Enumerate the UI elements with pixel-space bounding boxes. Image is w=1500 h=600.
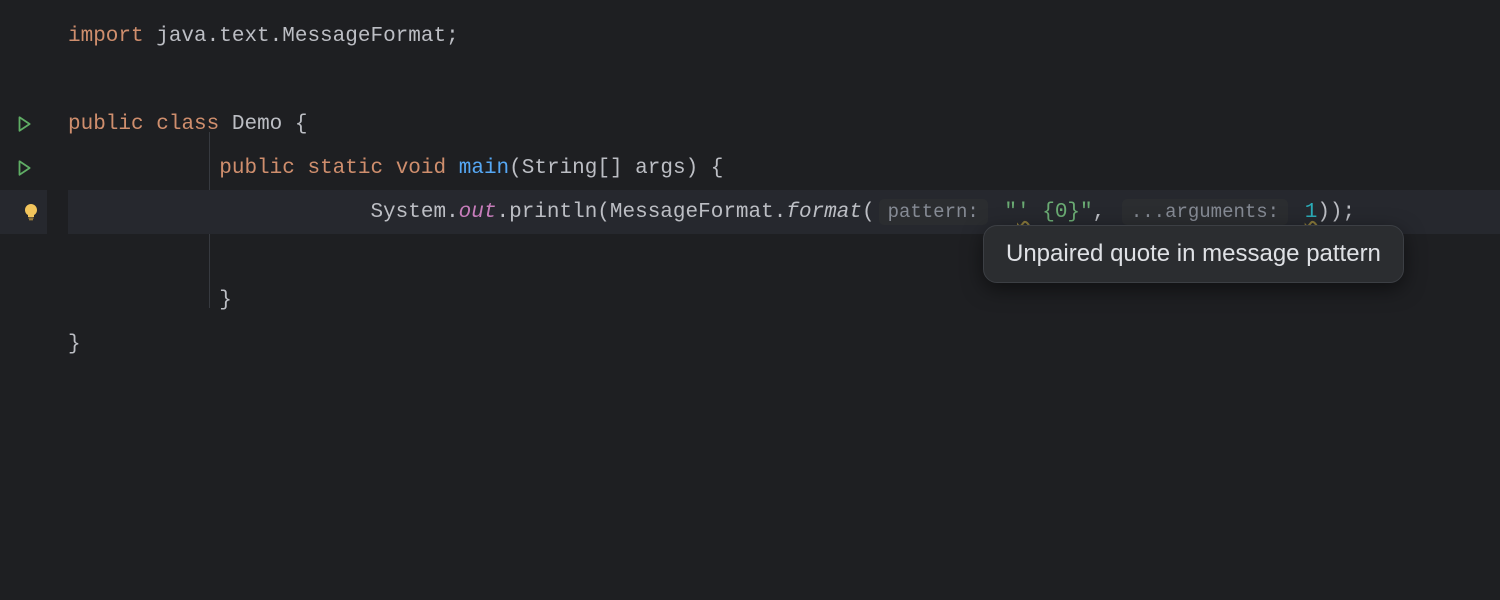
- param-hint-arguments: ...arguments:: [1122, 199, 1288, 225]
- keyword-static: static: [307, 157, 383, 180]
- tooltip-text: Unpaired quote in message pattern: [1006, 240, 1381, 267]
- code-line[interactable]: }: [68, 322, 1500, 366]
- code-line[interactable]: import java.text.MessageFormat;: [68, 14, 1500, 58]
- method-format: format: [786, 201, 862, 224]
- gutter: [0, 0, 48, 600]
- class-name: Demo: [232, 113, 282, 136]
- keyword-class: class: [156, 113, 219, 136]
- code-line[interactable]: public class Demo {: [68, 102, 1500, 146]
- gutter-line: [0, 234, 47, 278]
- code-line[interactable]: public static void main(String[] args) {: [68, 146, 1500, 190]
- number-literal: 1: [1305, 201, 1318, 224]
- keyword-public: public: [219, 157, 295, 180]
- inspection-tooltip: Unpaired quote in message pattern: [983, 225, 1404, 283]
- gutter-line: [0, 278, 47, 322]
- run-icon[interactable]: [15, 115, 33, 133]
- run-icon[interactable]: [15, 159, 33, 177]
- gutter-line: [0, 58, 47, 102]
- gutter-line-run[interactable]: [0, 102, 47, 146]
- method-main: main: [459, 157, 509, 180]
- keyword-import: import: [68, 25, 144, 48]
- string-unpaired-quote: ': [1017, 201, 1030, 224]
- code-editor[interactable]: import java.text.MessageFormat; public c…: [0, 0, 1500, 600]
- field-out: out: [459, 201, 497, 224]
- gutter-line-run[interactable]: [0, 146, 47, 190]
- code-area[interactable]: import java.text.MessageFormat; public c…: [48, 0, 1500, 600]
- keyword-public: public: [68, 113, 144, 136]
- gutter-line: [0, 14, 47, 58]
- keyword-void: void: [396, 157, 446, 180]
- code-line[interactable]: }: [68, 278, 1500, 322]
- gutter-line-bulb[interactable]: [0, 190, 47, 234]
- param-hint-pattern: pattern:: [879, 199, 988, 225]
- class-ref-system: System.: [370, 201, 458, 224]
- intention-bulb-icon[interactable]: [21, 202, 41, 222]
- import-path: java.text.MessageFormat;: [144, 25, 459, 48]
- gutter-line: [0, 322, 47, 366]
- code-line-empty[interactable]: [68, 58, 1500, 102]
